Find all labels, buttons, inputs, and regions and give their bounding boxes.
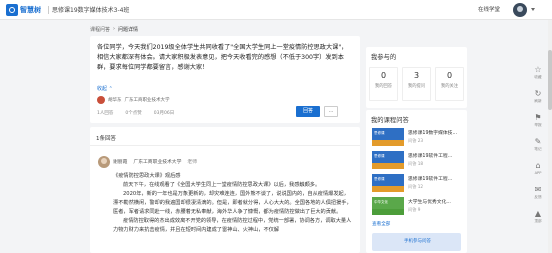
stats-row: 0 我的回答 3 我的提问 0 我的关注 xyxy=(369,67,464,101)
stat-my-follows[interactable]: 0 我的关注 xyxy=(435,67,464,101)
scrollbar-thumb[interactable] xyxy=(548,50,552,110)
stat-my-answers[interactable]: 0 我的回答 xyxy=(369,67,398,101)
stat-my-questions[interactable]: 3 我的提问 xyxy=(402,67,431,101)
logo-text: 智慧树 xyxy=(20,6,41,14)
app-banner[interactable]: 手机参与问答 xyxy=(372,233,461,251)
question-date: 03月06日 xyxy=(153,111,175,116)
user-avatar[interactable] xyxy=(513,3,527,17)
answerer-name[interactable]: 谢丽霞 xyxy=(113,158,127,165)
collapse-link[interactable]: 收起 ⌃ xyxy=(97,85,113,92)
see-all-link[interactable]: 查看全部 xyxy=(372,221,390,227)
more-button[interactable]: ... xyxy=(324,106,338,117)
arrow-up-icon: ▲ xyxy=(534,209,542,218)
reply-button[interactable]: 回答 xyxy=(296,106,320,117)
answerer-avatar[interactable] xyxy=(98,156,110,168)
course-thumbnail: 思修课 xyxy=(372,128,404,146)
refresh-button[interactable]: ↻ 刷新 xyxy=(528,86,548,106)
flag-icon: ⚑ xyxy=(534,113,542,122)
breadcrumb-current: 问题详情 xyxy=(118,27,139,33)
answer-paragraph: 前天下午，在线观看了《全国大学生同上一堂疫情防控思政大课》以后，我感触颇多。 xyxy=(123,182,321,188)
star-icon: ☆ xyxy=(534,65,542,74)
panel-title: 我的课程问答 xyxy=(371,117,409,124)
divider xyxy=(90,145,360,146)
refresh-icon: ↻ xyxy=(534,89,542,98)
mail-icon: ✉ xyxy=(534,185,542,194)
note-button[interactable]: ✎ 笔记 xyxy=(528,134,548,154)
like-count[interactable]: 0个点赞 xyxy=(125,110,141,116)
course-item[interactable]: 思修课 思修课19软件工程... 问答 12 xyxy=(372,174,464,194)
feedback-button[interactable]: ✉ 反馈 xyxy=(528,182,548,202)
course-item[interactable]: 思修课 思修课19数字媒体技... 问答 23 xyxy=(372,128,464,148)
logo-icon xyxy=(6,4,18,16)
question-text: 各位同学，今天我们2019级全体学生共同收看了"全国大学生同上一堂疫情防控思政大… xyxy=(97,44,348,71)
header-divider xyxy=(48,6,49,14)
chevron-down-icon[interactable] xyxy=(531,8,535,11)
course-item[interactable]: 中华文化 大学生与优秀文化... 问答 9 xyxy=(372,197,464,217)
question-card: 各位同学，今天我们2019级全体学生共同收看了"全国大学生同上一堂疫情防控思政大… xyxy=(90,36,360,123)
answers-card: 1条回答 谢丽霞 广东工商职业技术大学 老师 《疫情防控思政大课》观后感 前天下… xyxy=(90,127,360,253)
question-meta: 1人回答 0个点赞 03月06日 xyxy=(97,110,174,116)
app-button[interactable]: ⌂ APP xyxy=(528,158,548,178)
breadcrumb: 课程问答 › 问题详情 xyxy=(90,26,138,33)
page-scrollbar[interactable] xyxy=(548,20,552,253)
back-to-top-button[interactable]: ▲ 顶部 xyxy=(528,206,548,226)
asker-info: 胡华东 广东工商职业技术大学 xyxy=(97,96,170,104)
course-title: 思修课19数字媒体技术3-4班 xyxy=(52,7,130,14)
course-thumbnail: 思修课 xyxy=(372,174,404,192)
asker-school: 广东工商职业技术大学 xyxy=(124,98,170,103)
course-thumbnail: 思修课 xyxy=(372,151,404,169)
pencil-icon: ✎ xyxy=(534,137,542,146)
home-icon: ⌂ xyxy=(535,161,541,170)
breadcrumb-separator-icon: › xyxy=(113,26,116,32)
answer-paragraph: 疫情防控取得的杰出成效离不开党的领导，在疫情防控过程中，党统一部署，协调各方，调… xyxy=(113,218,352,233)
report-button[interactable]: ⚑ 举报 xyxy=(528,110,548,130)
top-bar: 智慧树 思修课19数字媒体技术3-4班 在线学堂 xyxy=(0,0,552,20)
my-participation-panel: 我参与的 0 我的回答 3 我的提问 0 我的关注 xyxy=(366,47,467,108)
online-classroom-link[interactable]: 在线学堂 xyxy=(478,5,500,13)
asker-avatar[interactable] xyxy=(97,96,105,104)
course-item[interactable]: 思修课 思修课19软件工程... 问答 18 xyxy=(372,151,464,171)
side-toolbar: ☆ 收藏 ↻ 刷新 ⚑ 举报 ✎ 笔记 ⌂ APP ✉ 反馈 ▲ 顶部 xyxy=(528,62,548,242)
answer-body: 《疫情防控思政大课》观后感 前天下午，在线观看了《全国大学生同上一堂疫情防控思政… xyxy=(113,172,353,235)
answer-paragraph: 2020年，新的一年也是万象更新的，却灾难连连，国外熊不谈了，说说国内的，自从疫… xyxy=(113,191,352,215)
course-thumbnail: 中华文化 xyxy=(372,197,404,215)
favorite-button[interactable]: ☆ 收藏 xyxy=(528,62,548,82)
answerer-school: 广东工商职业技术大学 xyxy=(133,160,182,165)
logo[interactable]: 智慧树 xyxy=(6,4,41,16)
breadcrumb-qa[interactable]: 课程问答 xyxy=(90,26,110,33)
answers-count: 1条回答 xyxy=(96,136,116,142)
answer-title: 《疫情防控思政大课》观后感 xyxy=(113,173,181,179)
course-qa-panel: 我的课程问答 思修课 思修课19数字媒体技... 问答 23 思修课 思修课19… xyxy=(366,110,467,253)
asker-name[interactable]: 胡华东 xyxy=(108,97,122,103)
answerer-info: 谢丽霞 广东工商职业技术大学 老师 xyxy=(113,158,197,165)
panel-title: 我参与的 xyxy=(371,54,397,61)
answerer-role: 老师 xyxy=(187,160,197,165)
answer-count: 1人回答 xyxy=(97,111,114,116)
